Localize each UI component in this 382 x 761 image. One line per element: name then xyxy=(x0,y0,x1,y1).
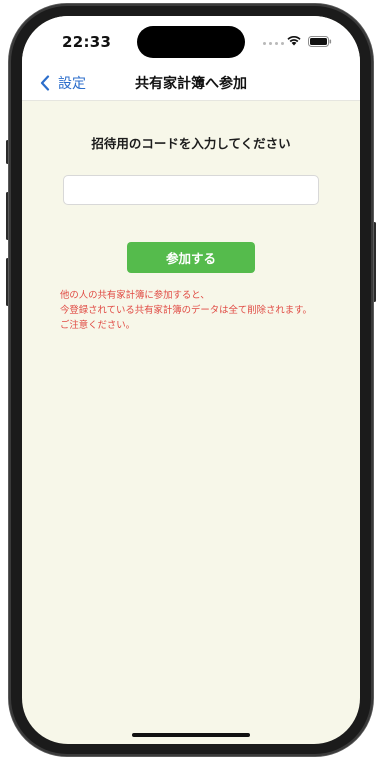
warning-message: 他の人の共有家計簿に参加すると、 今登録されている共有家計簿のデータは全て削除さ… xyxy=(60,288,350,333)
power-button xyxy=(373,222,376,302)
page-title: 共有家計簿へ参加 xyxy=(135,76,247,92)
battery-icon xyxy=(308,36,332,47)
wifi-icon xyxy=(287,35,301,46)
page: 22:33 設定 共有家計簿へ参加 招待用のコードを入力してください 参加する … xyxy=(0,0,382,761)
home-indicator[interactable] xyxy=(132,733,250,737)
status-time: 22:33 xyxy=(62,33,112,51)
warning-line: ご注意ください。 xyxy=(60,320,136,331)
status-bar: 22:33 xyxy=(22,16,360,68)
screen: 22:33 設定 共有家計簿へ参加 招待用のコードを入力してください 参加する … xyxy=(22,16,360,744)
navigation-bar: 設定 共有家計簿へ参加 xyxy=(22,68,360,101)
dynamic-island xyxy=(137,26,245,58)
join-button[interactable]: 参加する xyxy=(127,242,255,273)
warning-line: 今登録されている共有家計簿のデータは全て削除されます。 xyxy=(60,305,312,316)
code-prompt: 招待用のコードを入力してください xyxy=(91,136,291,151)
signal-icon xyxy=(263,42,284,45)
invite-code-input[interactable] xyxy=(63,175,319,205)
warning-line: 他の人の共有家計簿に参加すると、 xyxy=(60,290,210,301)
